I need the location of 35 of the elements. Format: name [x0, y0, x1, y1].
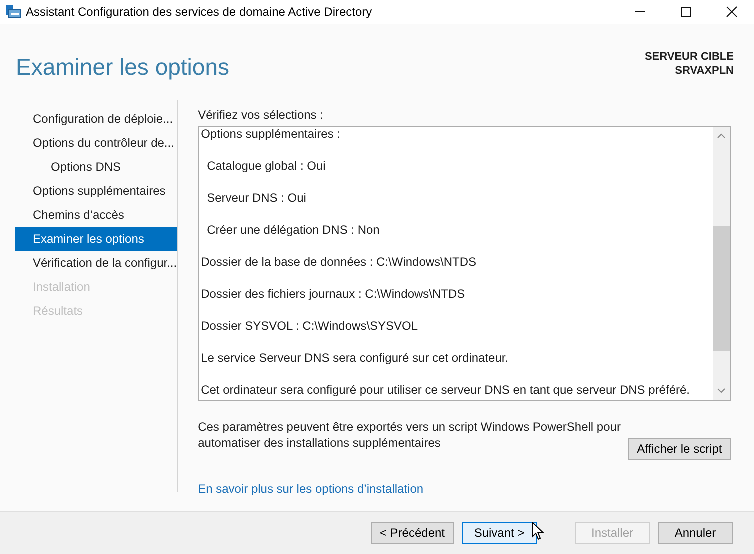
- scroll-up-icon[interactable]: [717, 133, 726, 139]
- close-icon[interactable]: [726, 6, 738, 18]
- export-description: Ces paramètres peuvent être exportés vers un script Windows PowerShell pour automatiser des installations supplémentaires: [198, 419, 622, 451]
- review-line: Dossier de la base de données : C:\Windows\NTDS: [201, 254, 478, 271]
- wizard-step[interactable]: Vérification de la configur...: [15, 251, 178, 275]
- app-icon: [6, 5, 22, 19]
- maximize-icon[interactable]: [680, 6, 692, 18]
- wizard-step[interactable]: Examiner les options: [15, 227, 178, 251]
- review-line: Dossier des fichiers journaux : C:\Windows\NTDS: [201, 286, 466, 303]
- wizard-button[interactable]: < Précédent: [370, 522, 454, 544]
- review-label: Vérifiez vos sélections :: [198, 108, 324, 122]
- wizard-step[interactable]: Configuration de déploie...: [15, 107, 178, 131]
- scrollbar-thumb[interactable]: [713, 226, 730, 351]
- wizard-button[interactable]: Annuler: [658, 522, 733, 544]
- review-line: Catalogue global : Oui: [206, 158, 327, 175]
- wizard-step[interactable]: Options supplémentaires: [15, 179, 178, 203]
- page-title: Examiner les options: [16, 54, 230, 81]
- review-line: Le service Serveur DNS sera configuré sur cet ordinateur.: [201, 350, 510, 367]
- review-line: Options supplémentaires :: [201, 126, 342, 143]
- target-server-name: SRVAXPLN: [675, 65, 734, 77]
- scroll-down-icon[interactable]: [717, 388, 726, 394]
- scrollbar[interactable]: [713, 127, 730, 400]
- target-label: SERVEUR CIBLE: [644, 51, 734, 63]
- review-line: Dossier SYSVOL : C:\Windows\SYSVOL: [201, 318, 420, 335]
- help-link[interactable]: En savoir plus sur les options d’installation: [198, 482, 424, 496]
- review-line: Serveur DNS : Oui: [206, 190, 308, 207]
- wizard-button[interactable]: Suivant >: [462, 522, 537, 544]
- window-title: Assistant Configuration des services de domaine Active Directory: [26, 5, 372, 19]
- review-line: Cet ordinateur sera configuré pour utiliser ce serveur DNS en tant que serveur DNS préféré.: [201, 382, 691, 399]
- mouse-cursor-icon: [532, 522, 544, 541]
- wizard-step[interactable]: Options du contrôleur de...: [15, 131, 178, 155]
- show-script-button[interactable]: Afficher le script: [628, 438, 732, 460]
- wizard-step[interactable]: Chemins d’accès: [15, 203, 178, 227]
- wizard-step[interactable]: Options DNS: [15, 155, 178, 179]
- review-line: Créer une délégation DNS : Non: [206, 222, 381, 239]
